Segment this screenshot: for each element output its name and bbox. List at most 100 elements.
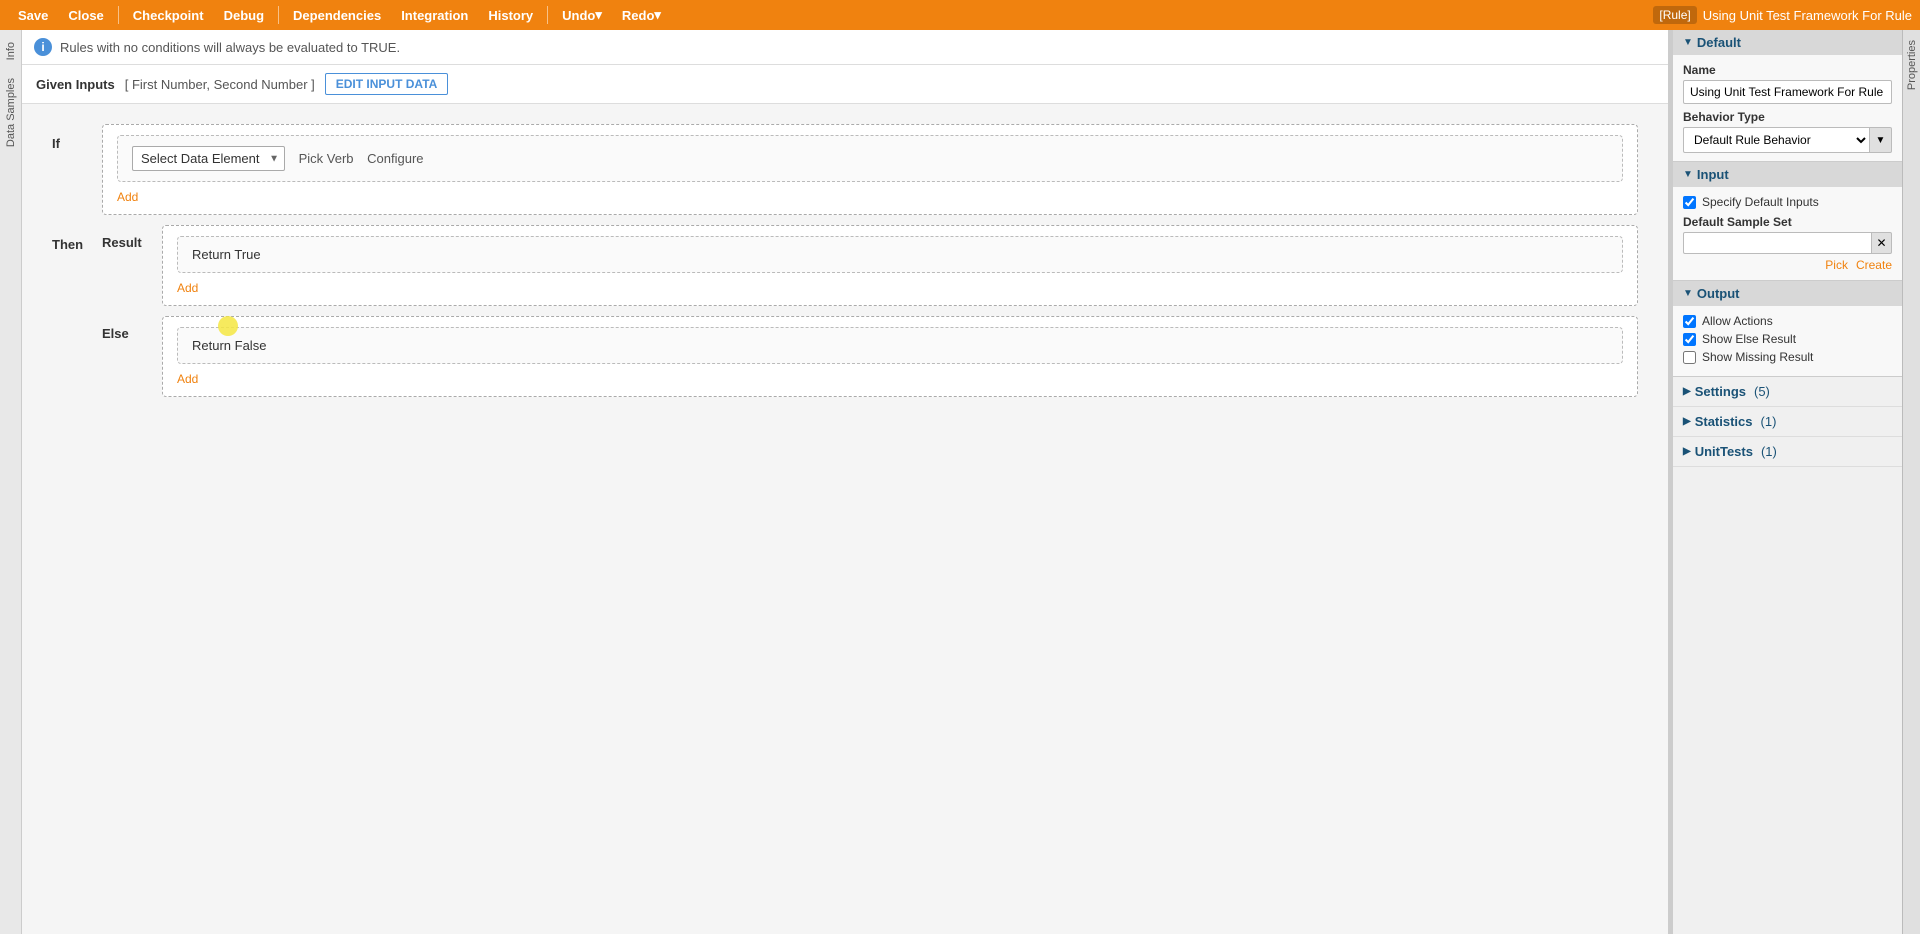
given-inputs-values: [ First Number, Second Number ]	[125, 77, 315, 92]
default-section-header[interactable]: ▼ Default	[1673, 30, 1902, 55]
default-section: ▼ Default Name Behavior Type Default Rul…	[1673, 30, 1902, 162]
unit-tests-arrow-icon: ▶	[1683, 446, 1691, 457]
statistics-section-header[interactable]: ▶ Statistics (1)	[1673, 407, 1902, 437]
sidebar-item-info[interactable]: Info	[2, 34, 20, 68]
input-section: ▼ Input Specify Default Inputs Default S…	[1673, 162, 1902, 281]
input-arrow-icon: ▼	[1683, 169, 1693, 180]
left-sidebar: Info Data Samples	[0, 30, 22, 934]
show-else-result-checkbox[interactable]	[1683, 333, 1696, 346]
properties-tab[interactable]: Properties	[1902, 30, 1920, 934]
if-block: Select Data Element Pick Verb Configure …	[102, 124, 1638, 215]
allow-actions-checkbox[interactable]	[1683, 315, 1696, 328]
pick-verb-link[interactable]: Pick Verb	[299, 151, 354, 166]
name-field-label: Name	[1683, 63, 1892, 77]
edit-input-data-button[interactable]: EDIT INPUT DATA	[325, 73, 449, 95]
specify-inputs-label: Specify Default Inputs	[1702, 195, 1819, 209]
configure-link[interactable]: Configure	[367, 151, 423, 166]
if-condition-block: Select Data Element Pick Verb Configure	[117, 135, 1623, 182]
output-section-header[interactable]: ▼ Output	[1673, 281, 1902, 306]
dependencies-button[interactable]: Dependencies	[283, 0, 391, 30]
properties-tab-label: Properties	[1906, 40, 1918, 90]
behavior-type-arrow-btn[interactable]: ▼	[1870, 127, 1892, 153]
show-missing-result-label: Show Missing Result	[1702, 350, 1813, 364]
show-missing-result-checkbox[interactable]	[1683, 351, 1696, 364]
else-block: Return False Add	[162, 316, 1638, 397]
toolbar: Save Close Checkpoint Debug Dependencies…	[0, 0, 1920, 30]
then-label: Then	[52, 225, 92, 252]
else-row: Else Return False Add	[102, 316, 1638, 397]
behavior-type-select[interactable]: Default Rule Behavior	[1683, 127, 1870, 153]
main-layout: Info Data Samples i Rules with no condit…	[0, 30, 1920, 934]
sample-set-clear-btn[interactable]: ✕	[1872, 232, 1892, 254]
pick-create-row: Pick Create	[1683, 258, 1892, 272]
right-panel: ▼ Default Name Behavior Type Default Rul…	[1672, 30, 1902, 934]
select-data-element-wrapper: Select Data Element	[132, 146, 285, 171]
then-inner-blocks: Result Return True Add Else	[102, 225, 1638, 397]
output-section-body: Allow Actions Show Else Result Show Miss…	[1673, 306, 1902, 376]
undo-button[interactable]: Undo ▾	[552, 0, 612, 30]
input-section-header[interactable]: ▼ Input	[1673, 162, 1902, 187]
specify-inputs-checkbox[interactable]	[1683, 196, 1696, 209]
toolbar-separator-3	[547, 6, 548, 24]
then-outer: Result Return True Add Else	[102, 225, 1638, 397]
if-label: If	[52, 124, 92, 151]
default-section-body: Name Behavior Type Default Rule Behavior…	[1673, 55, 1902, 161]
redo-button[interactable]: Redo ▾	[612, 0, 671, 30]
rule-canvas: If Select Data Element Pick Verb Configu…	[22, 104, 1668, 934]
show-else-result-row: Show Else Result	[1683, 332, 1892, 346]
behavior-type-label: Behavior Type	[1683, 110, 1892, 124]
default-sample-set-label: Default Sample Set	[1683, 215, 1892, 229]
pick-link[interactable]: Pick	[1825, 258, 1848, 272]
return-false-label: Return False	[192, 338, 266, 353]
else-label: Else	[102, 316, 152, 341]
return-true-label: Return True	[192, 247, 261, 262]
allow-actions-label: Allow Actions	[1702, 314, 1773, 328]
toolbar-separator-1	[118, 6, 119, 24]
output-section-title: Output	[1697, 286, 1740, 301]
statistics-count: (1)	[1761, 414, 1777, 429]
result-label: Result	[102, 225, 152, 250]
allow-actions-row: Allow Actions	[1683, 314, 1892, 328]
specify-inputs-row: Specify Default Inputs	[1683, 195, 1892, 209]
integration-button[interactable]: Integration	[391, 0, 478, 30]
behavior-type-row: Default Rule Behavior ▼	[1683, 127, 1892, 153]
unit-tests-count: (1)	[1761, 444, 1777, 459]
sidebar-item-data-samples[interactable]: Data Samples	[2, 70, 20, 155]
history-button[interactable]: History	[478, 0, 543, 30]
debug-button[interactable]: Debug	[214, 0, 274, 30]
close-button[interactable]: Close	[58, 0, 113, 30]
result-add-link[interactable]: Add	[177, 281, 1623, 295]
info-icon: i	[34, 38, 52, 56]
settings-section-title: Settings	[1695, 384, 1746, 399]
output-section: ▼ Output Allow Actions Show Else Result …	[1673, 281, 1902, 377]
unit-tests-section-title: UnitTests	[1695, 444, 1753, 459]
input-section-body: Specify Default Inputs Default Sample Se…	[1673, 187, 1902, 280]
else-add-link[interactable]: Add	[177, 372, 1623, 386]
show-missing-result-row: Show Missing Result	[1683, 350, 1892, 364]
info-bar: i Rules with no conditions will always b…	[22, 30, 1668, 65]
settings-arrow-icon: ▶	[1683, 386, 1691, 397]
select-data-element[interactable]: Select Data Element	[132, 146, 285, 171]
statistics-section-title: Statistics	[1695, 414, 1753, 429]
show-else-result-label: Show Else Result	[1702, 332, 1796, 346]
settings-section-header[interactable]: ▶ Settings (5)	[1673, 377, 1902, 407]
result-block: Return True Add	[162, 225, 1638, 306]
if-add-link[interactable]: Add	[117, 190, 1623, 204]
sample-set-input[interactable]	[1683, 232, 1872, 254]
name-input[interactable]	[1683, 80, 1892, 104]
given-inputs-label: Given Inputs	[36, 77, 115, 92]
save-button[interactable]: Save	[8, 0, 58, 30]
checkpoint-button[interactable]: Checkpoint	[123, 0, 214, 30]
default-section-title: Default	[1697, 35, 1741, 50]
if-section: If Select Data Element Pick Verb Configu…	[52, 124, 1638, 215]
create-link[interactable]: Create	[1856, 258, 1892, 272]
breadcrumb: [Rule] Using Unit Test Framework For Rul…	[1653, 6, 1912, 24]
statistics-arrow-icon: ▶	[1683, 416, 1691, 427]
center-content: i Rules with no conditions will always b…	[22, 30, 1668, 934]
settings-count: (5)	[1754, 384, 1770, 399]
inputs-bar: Given Inputs [ First Number, Second Numb…	[22, 65, 1668, 104]
unit-tests-section-header[interactable]: ▶ UnitTests (1)	[1673, 437, 1902, 467]
input-section-title: Input	[1697, 167, 1729, 182]
info-message: Rules with no conditions will always be …	[60, 40, 400, 55]
result-row: Result Return True Add	[102, 225, 1638, 306]
